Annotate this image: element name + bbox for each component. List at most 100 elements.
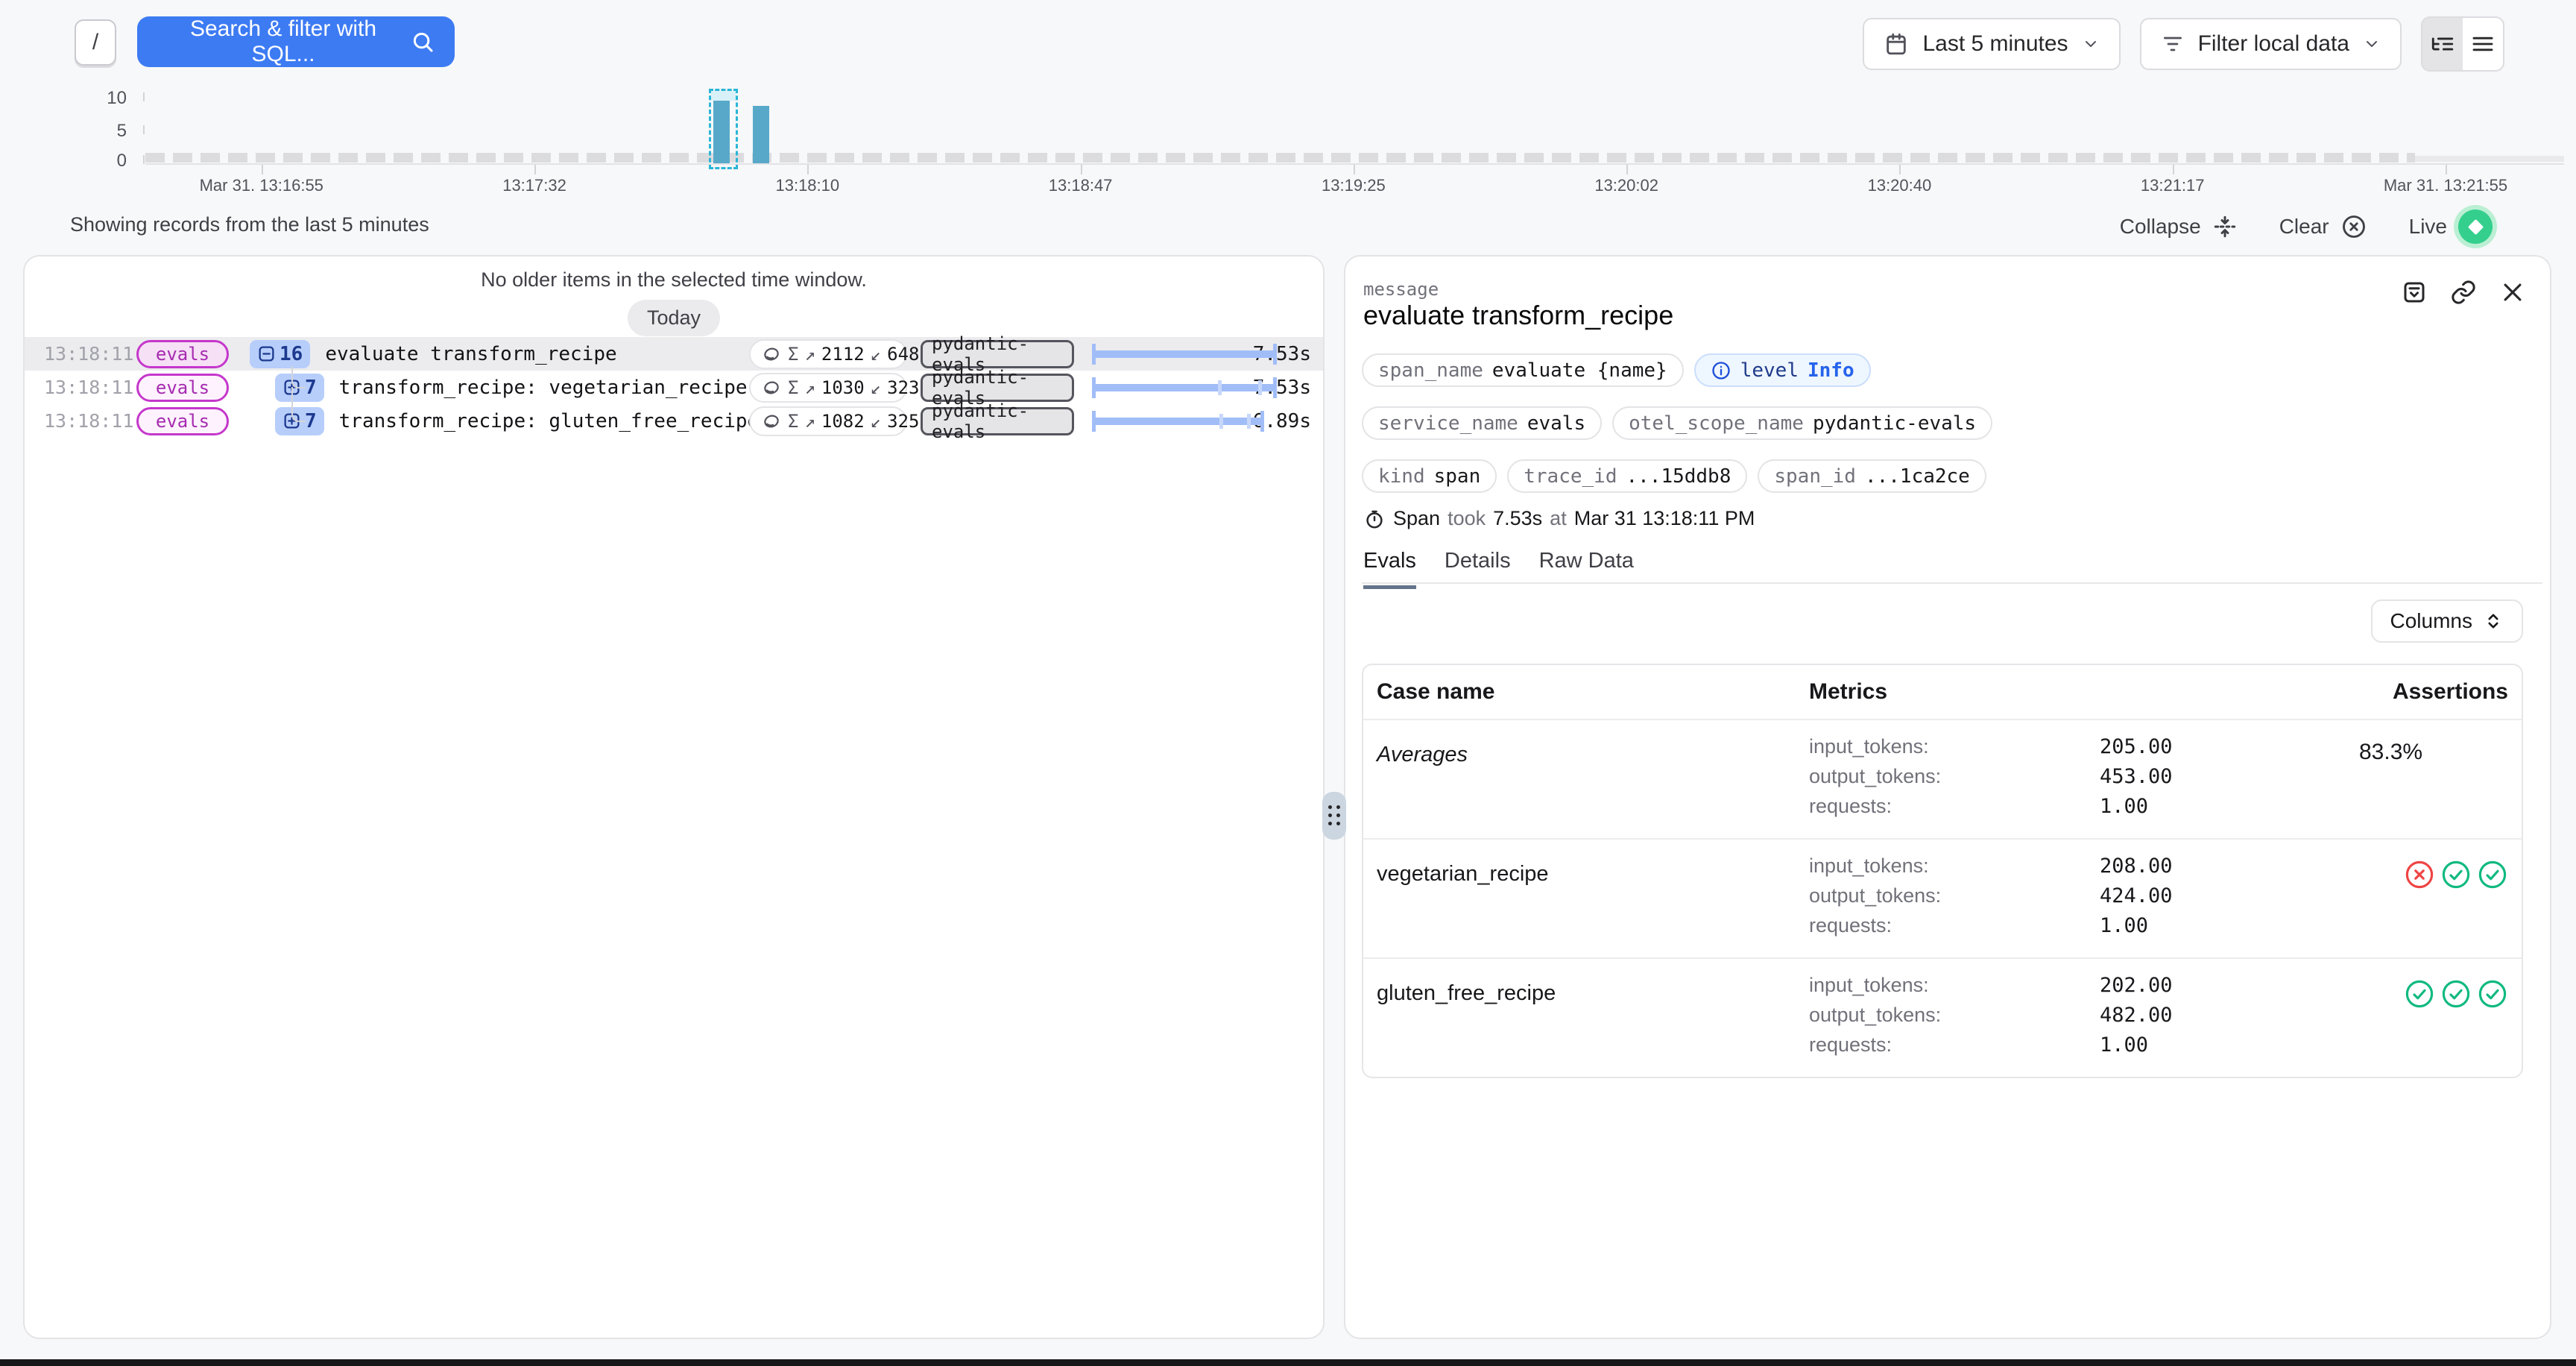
attr-value: pydantic-evals <box>1813 412 1976 435</box>
assertion-icons <box>2359 859 2508 890</box>
chevron-down-icon <box>2082 35 2100 53</box>
slash-shortcut-key[interactable]: / <box>75 19 116 66</box>
attribute-pill-span_id[interactable]: span_id...1ca2ce <box>1758 459 1986 493</box>
span-detail-title: evaluate transform_recipe <box>1363 300 1673 331</box>
panel-resize-handle[interactable] <box>1322 792 1346 840</box>
detail-actions <box>2399 277 2528 307</box>
duration-bar-end-cap <box>1273 377 1277 398</box>
otel-scope-tag[interactable]: pydantic-evals <box>921 407 1074 435</box>
assertion-pass-icon[interactable] <box>2440 859 2472 890</box>
clear-button[interactable]: Clear <box>2279 213 2367 240</box>
tokens-out-arrow-icon: ↙ <box>871 377 881 398</box>
showing-records-text: Showing records from the last 5 minutes <box>70 213 429 236</box>
collapse-button[interactable]: Collapse <box>2120 214 2238 239</box>
trace-row-metrics: Σ↗2112↙648pydantic-evals7.53s <box>749 337 1311 371</box>
chart-bar[interactable] <box>753 106 769 163</box>
chart-plot-area[interactable]: Mar 31. 13:16:55 13:17:32 13:18:10 13:18:47… <box>145 78 2564 201</box>
today-pill[interactable]: Today <box>628 300 720 336</box>
y-axis-tick-label: 0 <box>79 151 127 171</box>
tokens-out-value: 325 <box>887 411 919 432</box>
x-axis-tick-label: 13:17:32 <box>502 176 566 195</box>
x-axis-tick-label: Mar 31. 13:16:55 <box>200 176 323 195</box>
attribute-pill-otel_scope_name[interactable]: otel_scope_namepydantic-evals <box>1612 406 1992 440</box>
dock-panel-button[interactable] <box>2399 277 2429 307</box>
attribute-pill-span_name[interactable]: span_nameevaluate {name} <box>1362 353 1684 387</box>
columns-button[interactable]: Columns <box>2371 599 2523 643</box>
time-range-dropdown[interactable]: Last 5 minutes <box>1863 18 2120 70</box>
metric-line: input_tokens:202.00 <box>1809 974 2359 1004</box>
evals-badge[interactable]: evals <box>136 374 229 402</box>
attr-key: level <box>1740 359 1799 382</box>
duration-bar-start-cap <box>1092 377 1096 398</box>
attribute-pill-level[interactable]: levelInfo <box>1694 353 1871 387</box>
tree-connector-line <box>291 366 306 388</box>
attr-key: service_name <box>1378 412 1518 435</box>
x-axis-tick <box>807 165 809 174</box>
case-name: Averages <box>1377 735 1809 825</box>
attr-key: span_name <box>1378 359 1483 382</box>
x-axis-tick-label: 13:18:47 <box>1049 176 1113 195</box>
x-axis-tick <box>2173 165 2174 174</box>
filter-label: Filter local data <box>2198 31 2349 57</box>
duration-bar-end-cap <box>1260 411 1264 432</box>
trace-row[interactable]: 13:18:11evals7transform_recipe: vegetari… <box>25 371 1323 404</box>
live-toggle[interactable]: Live <box>2409 210 2493 244</box>
x-axis-tick-label: 13:20:02 <box>1594 176 1658 195</box>
trace-row-timestamp: 13:18:11 <box>44 377 132 398</box>
metric-value: 453.00 <box>2100 765 2359 788</box>
assertion-pass-icon[interactable] <box>2477 859 2508 890</box>
attr-key: kind <box>1378 465 1425 488</box>
token-stats-pill[interactable]: Σ↗2112↙648 <box>749 339 907 369</box>
assertion-pass-icon[interactable] <box>2440 978 2472 1010</box>
metric-line: output_tokens:482.00 <box>1809 1004 2359 1033</box>
assertion-pass-icon[interactable] <box>2477 978 2508 1010</box>
filter-local-data-dropdown[interactable]: Filter local data <box>2140 18 2402 70</box>
metric-label: requests: <box>1809 1033 2100 1057</box>
case-metrics: input_tokens:202.00output_tokens:482.00r… <box>1809 974 2359 1063</box>
assertion-pass-icon[interactable] <box>2404 978 2435 1010</box>
x-axis-tick-label: 13:18:10 <box>775 176 839 195</box>
tokens-coin-icon <box>761 411 782 432</box>
live-indicator-icon <box>2458 210 2493 244</box>
span-count: 7 <box>305 377 317 399</box>
span-count-badge[interactable]: 16 <box>250 340 310 368</box>
tokens-out-arrow-icon: ↙ <box>871 411 881 432</box>
tokens-in-value: 2112 <box>821 344 865 365</box>
copy-link-icon[interactable] <box>2449 277 2478 307</box>
token-stats-pill[interactable]: Σ↗1082↙325 <box>749 406 907 436</box>
otel-scope-tag[interactable]: pydantic-evals <box>921 374 1074 402</box>
stopwatch-icon <box>1363 508 1386 530</box>
trace-row[interactable]: 13:18:11evals 16 evaluate transform_recipe… <box>25 337 1323 371</box>
close-icon[interactable] <box>2498 277 2528 307</box>
duration-bar-tick <box>1258 380 1262 395</box>
info-icon <box>1711 360 1731 381</box>
tree-view-toggle[interactable] <box>2422 18 2463 70</box>
trace-row-timestamp: 13:18:11 <box>44 343 132 365</box>
eval-case-row: vegetarian_recipeinput_tokens:208.00outp… <box>1363 838 2522 957</box>
duration-bar-tick <box>1218 380 1222 395</box>
records-timeline-chart: 10 5 0 Mar 31. 13:16:5513:17:3213:18:101… <box>0 78 2576 201</box>
otel-scope-tag[interactable]: pydantic-evals <box>921 340 1074 368</box>
attribute-pill-trace_id[interactable]: trace_id...15ddb8 <box>1507 459 1747 493</box>
topbar-controls: Last 5 minutes Filter local data <box>1863 16 2504 72</box>
took-verb: took <box>1448 507 1486 530</box>
duration-bar-tick <box>1219 414 1223 429</box>
metric-line: output_tokens:424.00 <box>1809 884 2359 914</box>
assertion-fail-icon[interactable] <box>2404 859 2435 890</box>
duration-bar <box>1092 337 1253 371</box>
flat-list-toggle[interactable] <box>2463 18 2503 70</box>
x-axis-tick <box>1626 165 1628 174</box>
attribute-pill-service_name[interactable]: service_nameevals <box>1362 406 1602 440</box>
token-stats-pill[interactable]: Σ↗1030↙323 <box>749 373 907 403</box>
duration-bar-start-cap <box>1092 411 1096 432</box>
attribute-pill-kind[interactable]: kindspan <box>1362 459 1497 493</box>
trace-row-metrics: Σ↗1030↙323pydantic-evals7.53s <box>749 371 1311 404</box>
metric-label: input_tokens: <box>1809 974 2100 997</box>
span-name: evaluate transform_recipe <box>325 343 616 365</box>
y-axis-tick <box>143 155 145 164</box>
evals-badge[interactable]: evals <box>136 340 229 368</box>
trace-row[interactable]: 13:18:11evals7transform_recipe: gluten_f… <box>25 404 1323 438</box>
search-button[interactable]: Search & filter with SQL... <box>137 16 455 67</box>
evals-badge[interactable]: evals <box>136 407 229 435</box>
tokens-coin-icon <box>761 344 782 365</box>
